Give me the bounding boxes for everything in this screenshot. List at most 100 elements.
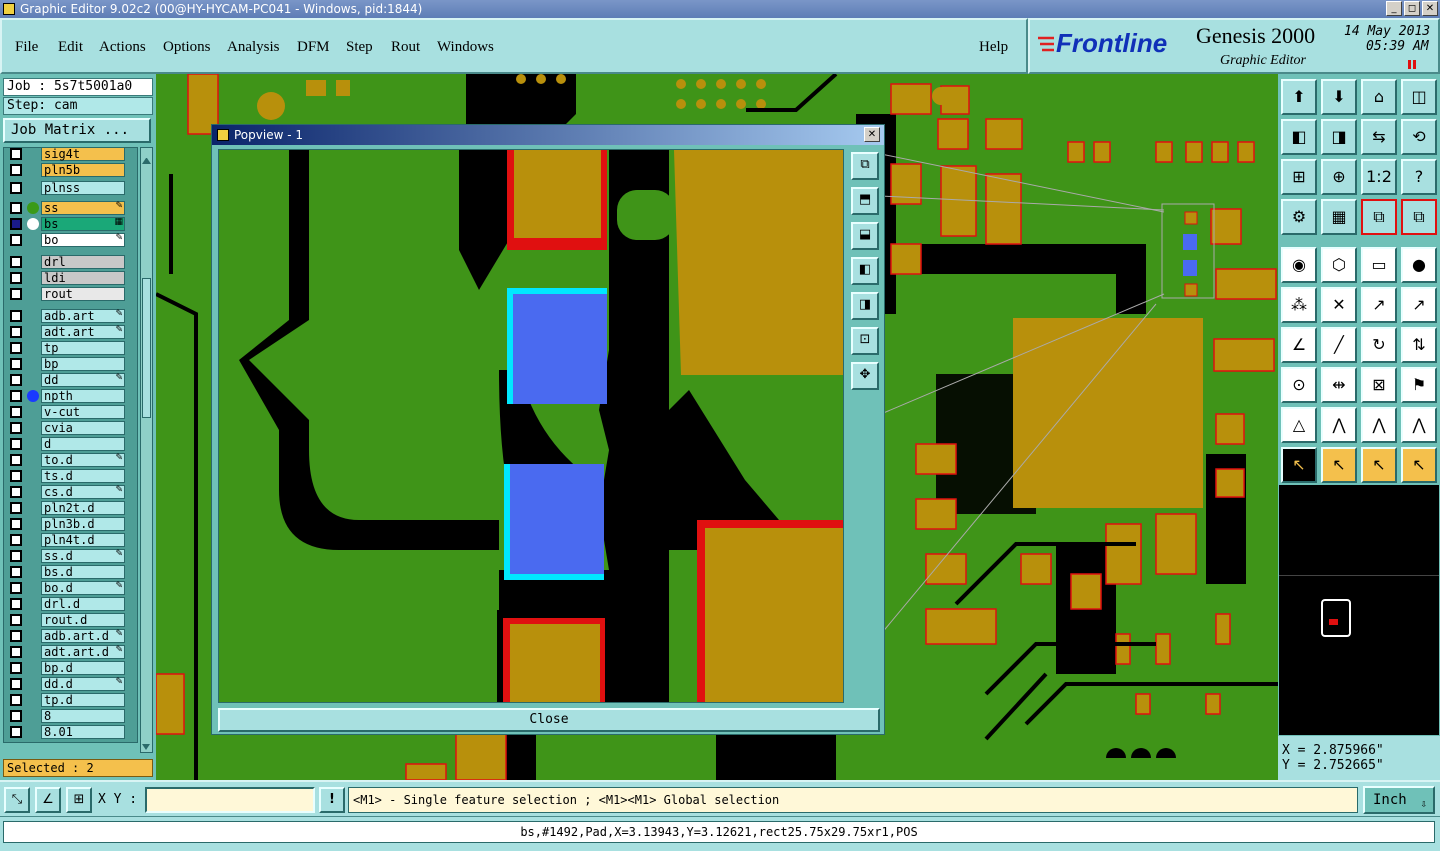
layer-row[interactable]: bo ✎ — [4, 232, 137, 248]
menu-options[interactable]: Options — [163, 39, 211, 56]
popview-zoom-home-icon[interactable]: ⊡ — [851, 327, 879, 355]
layer-checkbox[interactable] — [10, 582, 22, 594]
layer-checkbox[interactable] — [10, 614, 22, 626]
maximize-button[interactable]: ◻ — [1404, 1, 1420, 16]
popview-close-button[interactable]: Close — [218, 708, 880, 732]
ruler-icon[interactable]: ▭ — [1361, 247, 1397, 283]
draw-line-icon[interactable]: ∠ — [1281, 327, 1317, 363]
layer-checkbox[interactable] — [10, 726, 22, 738]
scale-icon[interactable]: 1:2 — [1361, 159, 1397, 195]
flip-icon[interactable]: ⇆ — [1361, 119, 1397, 155]
layer-row[interactable]: pln3b.d — [4, 516, 137, 532]
layer-checkbox[interactable] — [10, 694, 22, 706]
layer-checkbox[interactable] — [10, 256, 22, 268]
layer-row[interactable]: npth — [4, 388, 137, 404]
menu-dfm[interactable]: DFM — [297, 39, 330, 56]
layer-checkbox[interactable] — [10, 358, 22, 370]
triangle-icon[interactable]: △ — [1281, 407, 1317, 443]
layer-row[interactable]: adb.art ✎ — [4, 308, 137, 324]
layer-row[interactable]: bp.d — [4, 660, 137, 676]
popview-pan-up-icon[interactable]: ⬒ — [851, 187, 879, 215]
layer-row[interactable]: v-cut — [4, 404, 137, 420]
layer-row[interactable]: cs.d ✎ — [4, 484, 137, 500]
unit-selector[interactable]: Inch ⇩ — [1363, 786, 1435, 814]
layer-row[interactable]: to.d ✎ — [4, 452, 137, 468]
menu-edit[interactable]: Edit — [58, 39, 83, 56]
popview-zoom-window-icon[interactable]: ⧉ — [851, 152, 879, 180]
layer-checkbox[interactable] — [10, 406, 22, 418]
overview-map[interactable] — [1278, 484, 1440, 736]
layer-row[interactable]: dd ✎ — [4, 372, 137, 388]
layer-checkbox[interactable] — [10, 630, 22, 642]
polygon-3-icon[interactable]: ⋀ — [1401, 407, 1437, 443]
edit-line-icon[interactable]: ╱ — [1321, 327, 1357, 363]
close-window-button[interactable]: ✕ — [1422, 1, 1438, 16]
layer-row[interactable]: drl — [4, 254, 137, 270]
layer-checkbox[interactable] — [10, 374, 22, 386]
center-icon[interactable]: ⊕ — [1321, 159, 1357, 195]
split-icon[interactable]: ⇹ — [1321, 367, 1357, 403]
layer-row[interactable]: pln5b — [4, 162, 137, 178]
zoom-down-icon[interactable]: ⬇ — [1321, 79, 1357, 115]
layer-checkbox[interactable] — [10, 148, 22, 160]
layer-checkbox[interactable] — [10, 502, 22, 514]
polygon-2-icon[interactable]: ⋀ — [1361, 407, 1397, 443]
layer-checkbox[interactable] — [10, 438, 22, 450]
move-2-icon[interactable]: ↗ — [1401, 287, 1437, 323]
layer-checkbox[interactable] — [10, 164, 22, 176]
layer-checkbox[interactable] — [10, 470, 22, 482]
red-select-icon[interactable]: ⧉ — [1361, 199, 1397, 235]
menu-actions[interactable]: Actions — [99, 39, 146, 56]
layer-row[interactable]: bo.d ✎ — [4, 580, 137, 596]
snap-icon[interactable]: ⤡ — [4, 787, 30, 813]
select-poly-icon[interactable]: ↖ — [1361, 447, 1397, 483]
layer-row[interactable]: tp.d — [4, 692, 137, 708]
layer-checkbox[interactable] — [10, 550, 22, 562]
menu-rout[interactable]: Rout — [391, 39, 420, 56]
minimize-button[interactable]: _ — [1386, 1, 1402, 16]
add-pad-icon[interactable]: ◉ — [1281, 247, 1317, 283]
job-matrix-button[interactable]: Job Matrix ... — [3, 118, 151, 143]
layer-checkbox[interactable] — [10, 454, 22, 466]
red-select-2-icon[interactable]: ⧉ — [1401, 199, 1437, 235]
measure-icon[interactable]: ∠ — [35, 787, 61, 813]
warning-icon[interactable]: ! — [319, 787, 345, 813]
layer-row[interactable]: drl.d — [4, 596, 137, 612]
layer-row[interactable]: d — [4, 436, 137, 452]
select-box-icon[interactable]: ↖ — [1321, 447, 1357, 483]
layer-tools-icon[interactable]: ⚙ — [1281, 199, 1317, 235]
layer-row[interactable]: dd.d ✎ — [4, 676, 137, 692]
layer-checkbox[interactable] — [10, 662, 22, 674]
menu-windows[interactable]: Windows — [437, 39, 494, 56]
layer-checkbox[interactable] — [10, 518, 22, 530]
layer-row[interactable]: bs ▦ — [4, 216, 137, 232]
layer-checkbox[interactable] — [10, 218, 22, 230]
layer-row[interactable]: adt.art ✎ — [4, 324, 137, 340]
layer-checkbox[interactable] — [10, 486, 22, 498]
zoom-up-icon[interactable]: ⬆ — [1281, 79, 1317, 115]
layer-row[interactable]: plnss — [4, 180, 137, 196]
layer-checkbox[interactable] — [10, 422, 22, 434]
move-icon[interactable]: ↗ — [1361, 287, 1397, 323]
fit-icon[interactable]: ⊞ — [1281, 159, 1317, 195]
layer-checkbox[interactable] — [10, 202, 22, 214]
layer-checkbox[interactable] — [10, 288, 22, 300]
query-icon[interactable]: ? — [1401, 159, 1437, 195]
pan-right-icon[interactable]: ◨ — [1321, 119, 1357, 155]
popview-pan-down-icon[interactable]: ⬓ — [851, 222, 879, 250]
layer-checkbox[interactable] — [10, 710, 22, 722]
popview-pan-left-icon[interactable]: ◧ — [851, 257, 879, 285]
menu-analysis[interactable]: Analysis — [227, 39, 280, 56]
node-icon[interactable]: ⚑ — [1401, 367, 1437, 403]
layer-checkbox[interactable] — [10, 272, 22, 284]
layer-row[interactable]: rout.d — [4, 612, 137, 628]
select-net-icon[interactable]: ↖ — [1401, 447, 1437, 483]
popview-zoom-fit-icon[interactable]: ✥ — [851, 362, 879, 390]
add-line-icon[interactable]: ⬡ — [1321, 247, 1357, 283]
popview-pan-right-icon[interactable]: ◨ — [851, 292, 879, 320]
add-circle-icon[interactable]: ● — [1401, 247, 1437, 283]
copy-icon[interactable]: ⊙ — [1281, 367, 1317, 403]
pan-left-icon[interactable]: ◧ — [1281, 119, 1317, 155]
grid-tool-icon[interactable]: ▦ — [1321, 199, 1357, 235]
arc-icon[interactable]: ↻ — [1361, 327, 1397, 363]
